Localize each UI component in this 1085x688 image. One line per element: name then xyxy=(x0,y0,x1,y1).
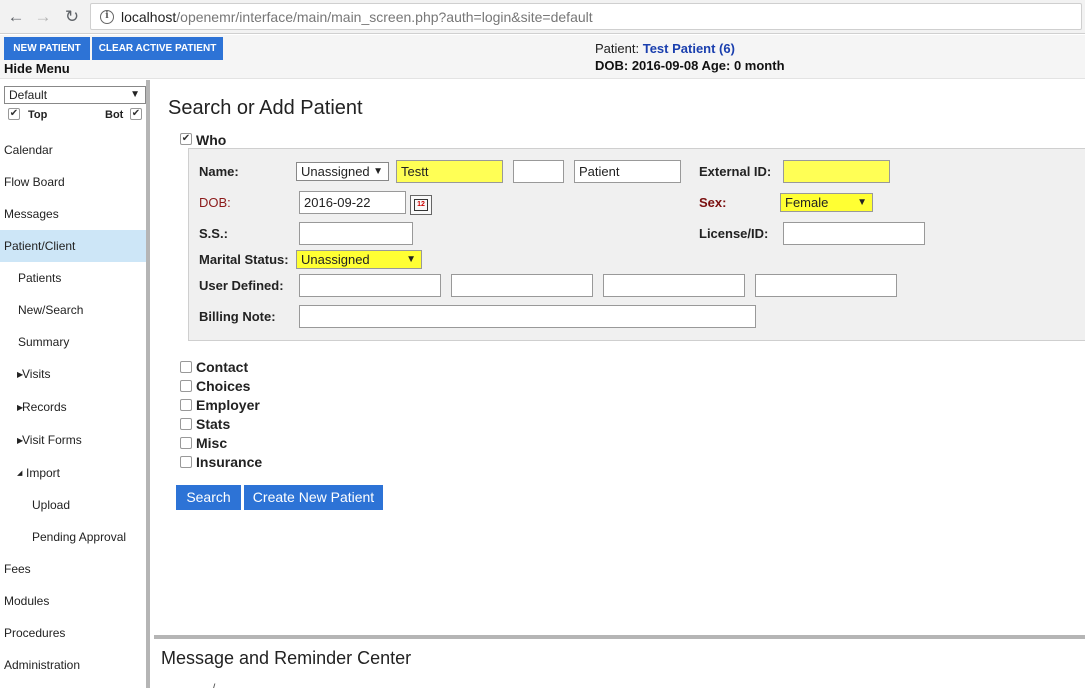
ss-label: S.S.: xyxy=(199,226,228,241)
who-checkbox[interactable]: ✔ xyxy=(180,133,192,145)
clear-active-patient-button[interactable]: CLEAR ACTIVE PATIENT xyxy=(92,37,223,60)
active-patient-info: Patient: Test Patient (6) xyxy=(595,41,735,56)
misc-label: Misc xyxy=(196,435,228,451)
billing-note-input[interactable] xyxy=(299,305,756,328)
sidebar-item-messages[interactable]: Messages xyxy=(0,198,146,230)
dob-input[interactable]: 2016-09-22 xyxy=(299,191,406,214)
contact-checkbox[interactable] xyxy=(180,361,192,373)
calendar-icon[interactable]: 12 xyxy=(410,195,432,215)
license-id-input[interactable] xyxy=(783,222,925,245)
sidebar-item-summary[interactable]: Summary xyxy=(0,326,146,358)
address-bar[interactable]: i localhost/openemr/interface/main/main_… xyxy=(90,3,1082,30)
last-name-input[interactable]: Patient xyxy=(574,160,681,183)
marital-status-label: Marital Status: xyxy=(199,252,289,267)
external-id-label: External ID: xyxy=(699,164,772,179)
stats-label: Stats xyxy=(196,416,231,432)
forward-arrow-icon[interactable]: → xyxy=(33,7,53,27)
user-defined-input-3[interactable] xyxy=(603,274,745,297)
sex-select-value: Female xyxy=(785,195,829,210)
user-defined-input-1[interactable] xyxy=(299,274,441,297)
sidebar-item-records-label: Records xyxy=(22,400,67,414)
browser-toolbar: ← → ↻ i localhost/openemr/interface/main… xyxy=(0,0,1085,34)
middle-name-input[interactable] xyxy=(513,160,564,183)
sidebar-item-modules[interactable]: Modules xyxy=(0,585,146,617)
layout-select[interactable]: Default ▼ xyxy=(4,86,146,104)
page-title: Search or Add Patient xyxy=(168,97,363,119)
sidebar-item-new-search[interactable]: New/Search xyxy=(0,294,146,326)
user-defined-input-4[interactable] xyxy=(755,274,897,297)
caret-down-icon: ◢ xyxy=(17,469,23,477)
cut-off-content: / xyxy=(212,681,216,688)
sidebar-item-patient-client[interactable]: Patient/Client xyxy=(0,230,146,262)
sidebar-item-patients[interactable]: Patients xyxy=(0,262,146,294)
chevron-down-icon: ▼ xyxy=(373,166,383,177)
first-name-input[interactable]: Testt xyxy=(396,160,503,183)
marital-status-select-value: Unassigned xyxy=(301,252,370,267)
sidebar-item-visits[interactable]: ▶Visits xyxy=(0,358,146,390)
sidebar-item-calendar[interactable]: Calendar xyxy=(0,134,146,166)
user-defined-input-2[interactable] xyxy=(451,274,593,297)
external-id-input[interactable] xyxy=(783,160,890,183)
sidebar-item-flow-board[interactable]: Flow Board xyxy=(0,166,146,198)
choices-checkbox[interactable] xyxy=(180,380,192,392)
sex-label: Sex: xyxy=(699,195,727,210)
back-arrow-icon[interactable]: ← xyxy=(6,7,26,27)
sex-select[interactable]: Female ▼ xyxy=(780,193,873,212)
title-select-value: Unassigned xyxy=(301,164,370,179)
patient-name-link[interactable]: Test Patient (6) xyxy=(643,41,735,56)
create-new-patient-button[interactable]: Create New Patient xyxy=(244,485,383,510)
patient-dob-age: DOB: 2016-09-08 Age: 0 month xyxy=(595,58,785,73)
sidebar-item-import-label: Import xyxy=(26,466,61,480)
chevron-down-icon: ▼ xyxy=(857,197,867,208)
main-content: Search or Add Patient ✔ Who Name: Unassi… xyxy=(154,80,1085,635)
stats-checkbox[interactable] xyxy=(180,418,192,430)
sidebar-item-visits-label: Visits xyxy=(22,367,51,381)
chevron-down-icon: ▼ xyxy=(130,89,140,100)
sidebar-item-pending-approval[interactable]: Pending Approval xyxy=(0,521,146,553)
name-label: Name: xyxy=(199,164,239,179)
sidebar-item-procedures[interactable]: Procedures xyxy=(0,617,146,649)
dob-label: DOB: xyxy=(199,195,231,210)
new-patient-button[interactable]: NEW PATIENT xyxy=(4,37,90,60)
top-label: Top xyxy=(28,109,48,121)
misc-checkbox[interactable] xyxy=(180,437,192,449)
marital-status-select[interactable]: Unassigned ▼ xyxy=(296,250,422,269)
sidebar-item-upload[interactable]: Upload xyxy=(0,489,146,521)
insurance-checkbox[interactable] xyxy=(180,456,192,468)
sidebar-item-import[interactable]: ◢ Import xyxy=(0,457,146,489)
sidebar-item-records[interactable]: ▶Records xyxy=(0,391,146,423)
license-id-label: License/ID: xyxy=(699,226,769,241)
patient-prefix: Patient: xyxy=(595,41,640,56)
billing-note-label: Billing Note: xyxy=(199,309,276,324)
url-text[interactable]: localhost/openemr/interface/main/main_sc… xyxy=(121,9,593,25)
contact-label: Contact xyxy=(196,359,249,375)
frame-divider[interactable] xyxy=(154,635,1085,639)
sidebar-item-visit-forms-label: Visit Forms xyxy=(22,433,82,447)
who-section-label: Who xyxy=(196,132,227,148)
sidebar-item-fees[interactable]: Fees xyxy=(0,553,146,585)
hide-menu-link[interactable]: Hide Menu xyxy=(4,61,70,76)
title-select[interactable]: Unassigned ▼ xyxy=(296,162,389,181)
sidebar-item-visit-forms[interactable]: ▶Visit Forms xyxy=(0,424,146,456)
message-center-title: Message and Reminder Center xyxy=(161,648,412,668)
app-header: NEW PATIENT CLEAR ACTIVE PATIENT Hide Me… xyxy=(0,35,1085,79)
sidebar-item-administration[interactable]: Administration xyxy=(0,649,146,681)
ss-input[interactable] xyxy=(299,222,413,245)
employer-label: Employer xyxy=(196,397,260,413)
top-checkbox[interactable]: ✔ xyxy=(8,108,20,120)
search-button[interactable]: Search xyxy=(176,485,241,510)
employer-checkbox[interactable] xyxy=(180,399,192,411)
bot-label: Bot xyxy=(105,109,124,121)
user-defined-label: User Defined: xyxy=(199,278,284,293)
sidebar: Default ▼ ✔ Top Bot ✔ Calendar Flow Boar… xyxy=(0,80,150,688)
reload-icon[interactable]: ↻ xyxy=(62,7,82,27)
insurance-label: Insurance xyxy=(196,454,263,470)
choices-label: Choices xyxy=(196,378,251,394)
bot-checkbox[interactable]: ✔ xyxy=(130,108,142,120)
layout-select-value: Default xyxy=(9,88,48,102)
chevron-down-icon: ▼ xyxy=(406,254,416,265)
info-icon[interactable]: i xyxy=(100,10,114,24)
